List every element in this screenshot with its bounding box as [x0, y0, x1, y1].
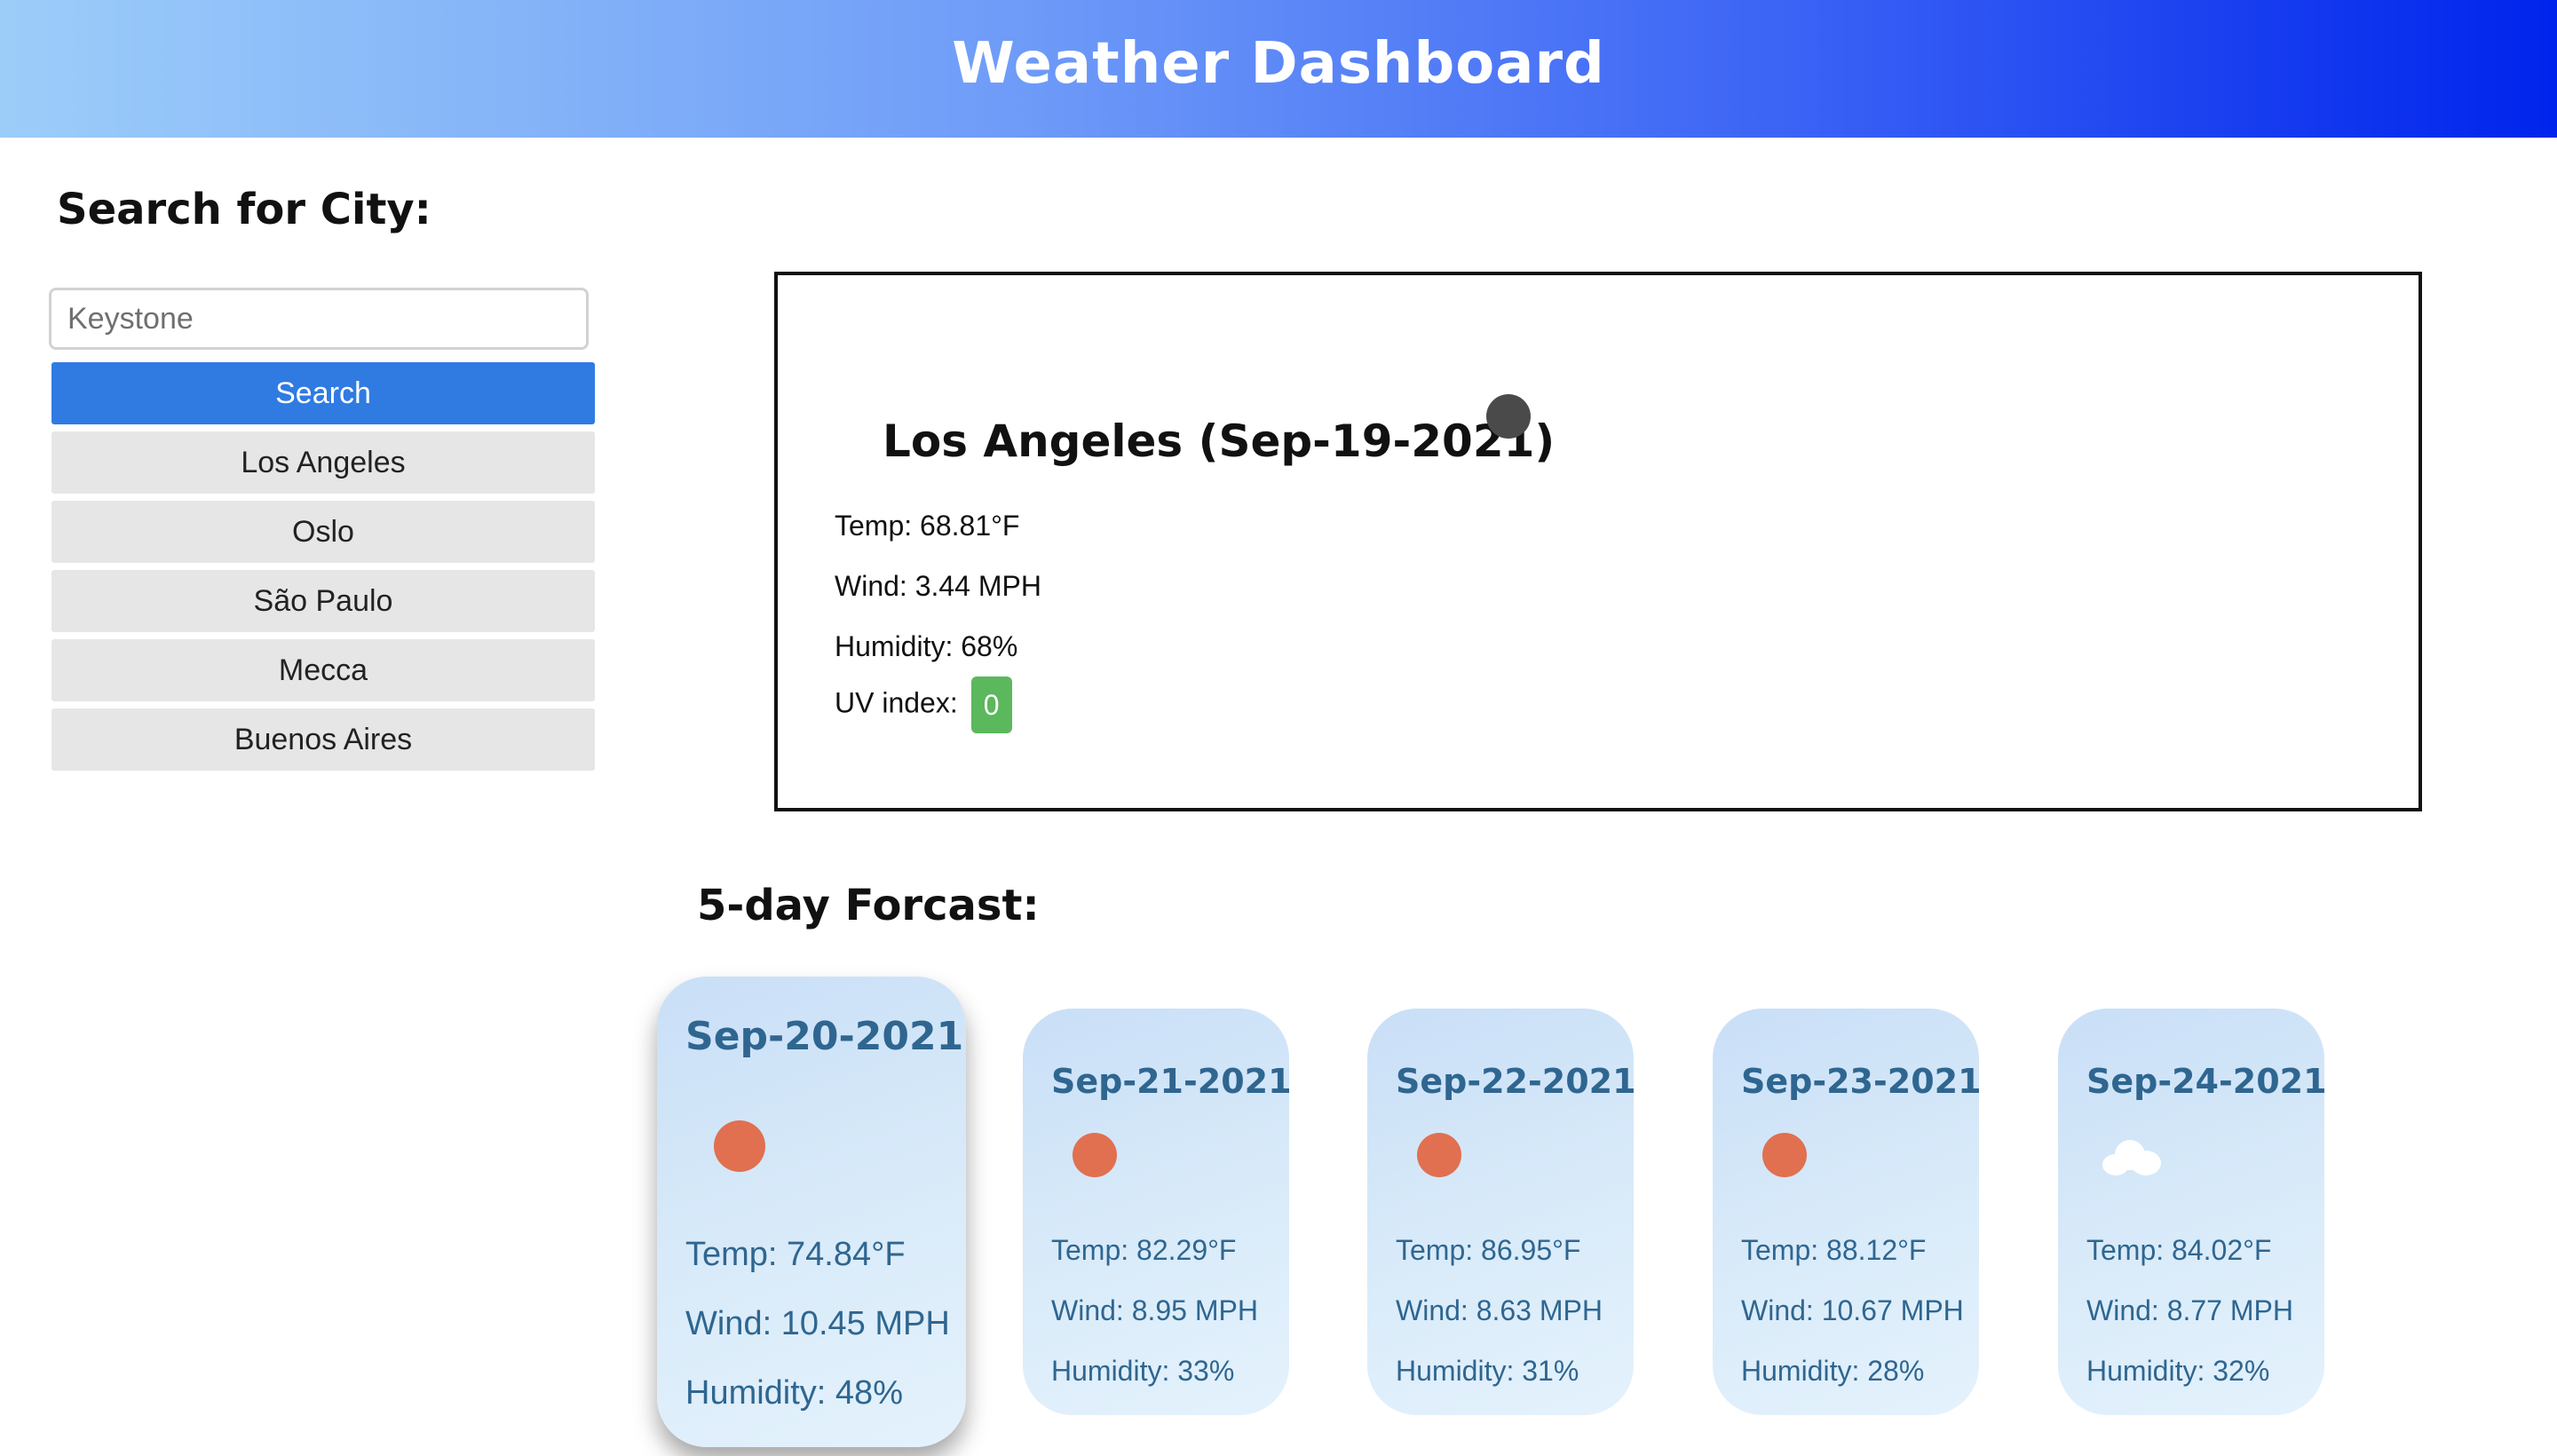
current-humidity: Humidity: 68% — [835, 630, 1018, 662]
forecast-wind: Wind: 8.95 MPH — [1051, 1294, 1258, 1326]
forecast-temp: Temp: 88.12°F — [1741, 1234, 1927, 1266]
forecast-card[interactable]: Sep-21-2021 Temp: 82.29°F Wind: 8.95 MPH… — [1023, 1009, 1289, 1415]
forecast-humidity: Humidity: 48% — [685, 1374, 903, 1412]
search-heading: Search for City: — [57, 185, 431, 234]
forecast-wind: Wind: 10.67 MPH — [1741, 1294, 1964, 1326]
forecast-date: Sep-21-2021 — [1051, 1062, 1289, 1101]
forecast-card[interactable]: Sep-22-2021 Temp: 86.95°F Wind: 8.63 MPH… — [1367, 1009, 1634, 1415]
forecast-wind: Wind: 10.45 MPH — [685, 1305, 950, 1342]
current-city-title: Los Angeles (Sep-19-2021) — [883, 415, 1556, 467]
forecast-humidity: Humidity: 33% — [1051, 1355, 1235, 1387]
search-history-list: Los Angeles Oslo São Paulo Mecca Buenos … — [51, 431, 595, 778]
forecast-card[interactable]: Sep-20-2021 Temp: 74.84°F Wind: 10.45 MP… — [657, 977, 966, 1447]
forecast-wind: Wind: 8.77 MPH — [2086, 1294, 2293, 1326]
forecast-date: Sep-22-2021 — [1396, 1062, 1634, 1101]
forecast-humidity: Humidity: 32% — [2086, 1355, 2270, 1387]
history-item-mecca[interactable]: Mecca — [51, 639, 595, 701]
search-button[interactable]: Search — [51, 362, 595, 424]
history-item-los-angeles[interactable]: Los Angeles — [51, 431, 595, 494]
current-wind: Wind: 3.44 MPH — [835, 570, 1041, 602]
forecast-heading: 5-day Forcast: — [697, 881, 1040, 930]
forecast-humidity: Humidity: 31% — [1396, 1355, 1579, 1387]
forecast-card[interactable]: Sep-23-2021 Temp: 88.12°F Wind: 10.67 MP… — [1713, 1009, 1979, 1415]
forecast-wind: Wind: 8.63 MPH — [1396, 1294, 1603, 1326]
sun-icon — [1762, 1133, 1807, 1177]
app-title: Weather Dashboard — [952, 30, 1605, 97]
uv-index-badge: 0 — [970, 677, 1012, 733]
forecast-temp: Temp: 84.02°F — [2086, 1234, 2272, 1266]
history-item-sao-paulo[interactable]: São Paulo — [51, 570, 595, 632]
city-search-input[interactable] — [49, 288, 589, 350]
forecast-temp: Temp: 74.84°F — [685, 1236, 906, 1273]
cloud-icon — [2102, 1140, 2161, 1175]
forecast-date: Sep-24-2021 — [2086, 1062, 2324, 1101]
current-weather-card: Los Angeles (Sep-19-2021) Temp: 68.81°F … — [774, 272, 2422, 811]
forecast-date: Sep-23-2021 — [1741, 1062, 1979, 1101]
current-uv-row: UV index: 0 — [835, 677, 1012, 733]
sun-icon — [1417, 1133, 1461, 1177]
app-header: Weather Dashboard — [0, 0, 2557, 138]
forecast-temp: Temp: 82.29°F — [1051, 1234, 1237, 1266]
forecast-temp: Temp: 86.95°F — [1396, 1234, 1581, 1266]
sun-icon — [714, 1120, 765, 1172]
forecast-humidity: Humidity: 28% — [1741, 1355, 1925, 1387]
night-dark-circle-icon — [1486, 394, 1531, 439]
forecast-card[interactable]: Sep-24-2021 Temp: 84.02°F Wind: 8.77 MPH… — [2058, 1009, 2324, 1415]
current-temp: Temp: 68.81°F — [835, 510, 1020, 542]
uv-label: UV index: — [835, 686, 958, 719]
history-item-buenos-aires[interactable]: Buenos Aires — [51, 708, 595, 771]
forecast-date: Sep-20-2021 — [685, 1014, 964, 1059]
history-item-oslo[interactable]: Oslo — [51, 501, 595, 563]
sun-icon — [1073, 1133, 1117, 1177]
